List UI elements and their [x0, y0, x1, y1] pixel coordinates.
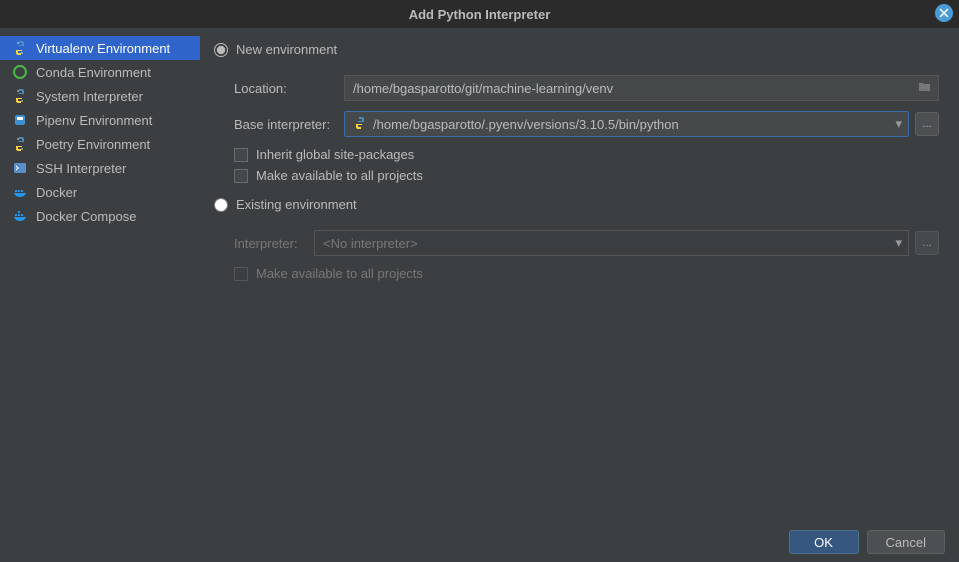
sidebar-item-label: Docker Compose	[36, 209, 136, 224]
interpreter-label: Interpreter:	[234, 236, 314, 251]
sidebar-item-label: Pipenv Environment	[36, 113, 152, 128]
interpreter-dropdown: <No interpreter> ▾	[314, 230, 909, 256]
sidebar-item-ssh[interactable]: SSH Interpreter	[0, 156, 200, 180]
docker-icon	[12, 184, 28, 200]
sidebar-item-label: System Interpreter	[36, 89, 143, 104]
browse-button-disabled: ...	[915, 231, 939, 255]
base-interpreter-dropdown[interactable]: /home/bgasparotto/.pyenv/versions/3.10.5…	[344, 111, 909, 137]
footer: OK Cancel	[0, 522, 959, 562]
ssh-icon	[12, 160, 28, 176]
content-panel: New environment Location: /home/bgasparo…	[200, 28, 959, 522]
chevron-down-icon: ▾	[895, 235, 902, 251]
existing-environment-radio[interactable]	[214, 198, 228, 212]
base-interpreter-row: Base interpreter: /home/bgasparotto/.pye…	[208, 111, 939, 137]
conda-icon	[12, 64, 28, 80]
python-icon	[12, 136, 28, 152]
folder-icon[interactable]	[918, 80, 932, 97]
chevron-down-icon: ▾	[895, 116, 902, 132]
make-available2-checkbox-row: Make available to all projects	[208, 266, 939, 281]
sidebar-item-pipenv[interactable]: Pipenv Environment	[0, 108, 200, 132]
existing-environment-radio-row: Existing environment	[208, 197, 939, 212]
new-environment-radio[interactable]	[214, 43, 228, 57]
location-row: Location: /home/bgasparotto/git/machine-…	[208, 75, 939, 101]
close-button[interactable]	[935, 4, 953, 22]
sidebar-item-system[interactable]: System Interpreter	[0, 84, 200, 108]
make-available-checkbox-row: Make available to all projects	[208, 168, 939, 183]
main-container: Virtualenv Environment Conda Environment…	[0, 28, 959, 522]
base-interpreter-label: Base interpreter:	[234, 117, 344, 132]
sidebar-item-label: SSH Interpreter	[36, 161, 126, 176]
make-available2-checkbox	[234, 267, 248, 281]
location-label: Location:	[234, 81, 344, 96]
ok-button[interactable]: OK	[789, 530, 859, 554]
sidebar: Virtualenv Environment Conda Environment…	[0, 28, 200, 522]
make-available-label: Make available to all projects	[256, 168, 423, 183]
python-icon	[12, 88, 28, 104]
location-input[interactable]: /home/bgasparotto/git/machine-learning/v…	[344, 75, 939, 101]
sidebar-item-label: Poetry Environment	[36, 137, 150, 152]
sidebar-item-label: Docker	[36, 185, 77, 200]
sidebar-item-poetry[interactable]: Poetry Environment	[0, 132, 200, 156]
sidebar-item-virtualenv[interactable]: Virtualenv Environment	[0, 36, 200, 60]
sidebar-item-label: Conda Environment	[36, 65, 151, 80]
make-available-checkbox[interactable]	[234, 169, 248, 183]
sidebar-item-docker[interactable]: Docker	[0, 180, 200, 204]
interpreter-row: Interpreter: <No interpreter> ▾ ...	[208, 230, 939, 256]
sidebar-item-conda[interactable]: Conda Environment	[0, 60, 200, 84]
window-title: Add Python Interpreter	[409, 7, 551, 22]
browse-button[interactable]: ...	[915, 112, 939, 136]
cancel-button[interactable]: Cancel	[867, 530, 945, 554]
pipenv-icon	[12, 112, 28, 128]
window-titlebar: Add Python Interpreter	[0, 0, 959, 28]
inherit-checkbox-row: Inherit global site-packages	[208, 147, 939, 162]
sidebar-item-docker-compose[interactable]: Docker Compose	[0, 204, 200, 228]
existing-environment-label: Existing environment	[236, 197, 357, 212]
close-icon	[939, 8, 949, 18]
docker-compose-icon	[12, 208, 28, 224]
new-environment-label: New environment	[236, 42, 337, 57]
location-value: /home/bgasparotto/git/machine-learning/v…	[353, 81, 613, 96]
base-interpreter-value: /home/bgasparotto/.pyenv/versions/3.10.5…	[373, 117, 679, 132]
new-environment-radio-row: New environment	[208, 42, 939, 57]
interpreter-placeholder: <No interpreter>	[323, 236, 418, 251]
inherit-label: Inherit global site-packages	[256, 147, 414, 162]
inherit-checkbox[interactable]	[234, 148, 248, 162]
make-available2-label: Make available to all projects	[256, 266, 423, 281]
sidebar-item-label: Virtualenv Environment	[36, 41, 170, 56]
python-icon	[353, 116, 367, 133]
python-icon	[12, 40, 28, 56]
